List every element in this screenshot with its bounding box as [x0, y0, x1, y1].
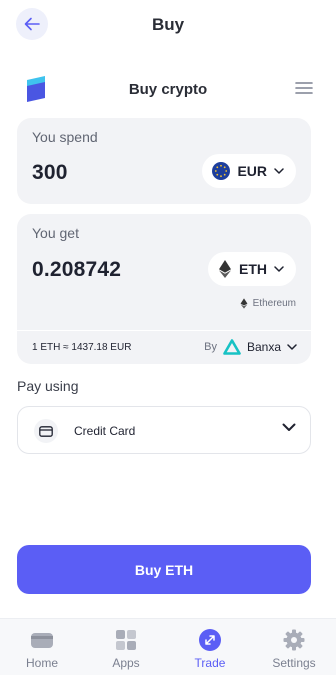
receive-currency-fullname: Ethereum — [252, 298, 296, 309]
apps-grid-icon — [114, 629, 138, 651]
banxa-logo-icon — [223, 339, 241, 355]
receive-currency-select[interactable]: ETH — [208, 252, 296, 286]
tab-home-label: Home — [25, 656, 58, 670]
bottom-tab-bar: Home Apps Trade Settings — [0, 618, 336, 675]
chevron-down-icon — [282, 423, 296, 431]
tab-apps[interactable]: Apps — [84, 619, 168, 675]
credit-card-icon — [34, 419, 58, 443]
spend-currency-select[interactable]: EUR — [202, 154, 296, 188]
ethereum-icon — [219, 260, 231, 278]
eur-flag-icon — [212, 162, 231, 180]
chevron-down-icon — [274, 168, 284, 174]
exchange-rate: 1 ETH ≈ 1437.18 EUR — [32, 342, 132, 353]
tab-trade[interactable]: Trade — [168, 619, 252, 675]
receive-currency-code: ETH — [239, 261, 267, 277]
page-title: Buy — [151, 15, 185, 34]
payment-method-name: Credit Card — [74, 424, 136, 438]
spend-label: You spend — [32, 129, 98, 145]
trade-icon — [198, 629, 222, 651]
provider-name: Banxa — [246, 340, 281, 354]
spend-card: You spend 300 EUR — [17, 118, 311, 204]
receive-amount: 0.208742 — [32, 258, 122, 281]
tab-settings-label: Settings — [272, 656, 316, 670]
buy-button[interactable]: Buy ETH — [17, 545, 311, 594]
tab-trade-label: Trade — [194, 656, 226, 670]
receive-card: You get 0.208742 ETH Ethereum 1 ETH ≈ 14… — [17, 214, 311, 364]
spend-currency-code: EUR — [237, 163, 267, 179]
receive-currency-name: Ethereum — [240, 298, 296, 309]
payment-method-select[interactable]: Credit Card — [17, 406, 311, 454]
chevron-down-icon — [274, 266, 284, 272]
ethereum-icon — [240, 298, 248, 309]
chevron-down-icon — [287, 344, 297, 350]
tab-settings[interactable]: Settings — [252, 619, 336, 675]
tab-home[interactable]: Home — [0, 619, 84, 675]
provider-select[interactable]: By Banxa — [204, 339, 297, 355]
provider-by-label: By — [204, 341, 217, 353]
hamburger-menu-icon[interactable] — [294, 80, 314, 96]
gear-icon — [282, 629, 306, 651]
wallet-icon — [30, 629, 54, 651]
widget-header: Buy crypto — [0, 72, 336, 106]
tab-apps-label: Apps — [112, 656, 140, 670]
widget-title: Buy crypto — [128, 81, 208, 98]
payment-label: Pay using — [17, 378, 79, 394]
receive-label: You get — [32, 225, 79, 241]
exchange-rate-row: 1 ETH ≈ 1437.18 EUR By Banxa — [17, 330, 311, 364]
app-header: Buy — [0, 0, 336, 50]
spend-amount-input[interactable]: 300 — [32, 161, 68, 185]
